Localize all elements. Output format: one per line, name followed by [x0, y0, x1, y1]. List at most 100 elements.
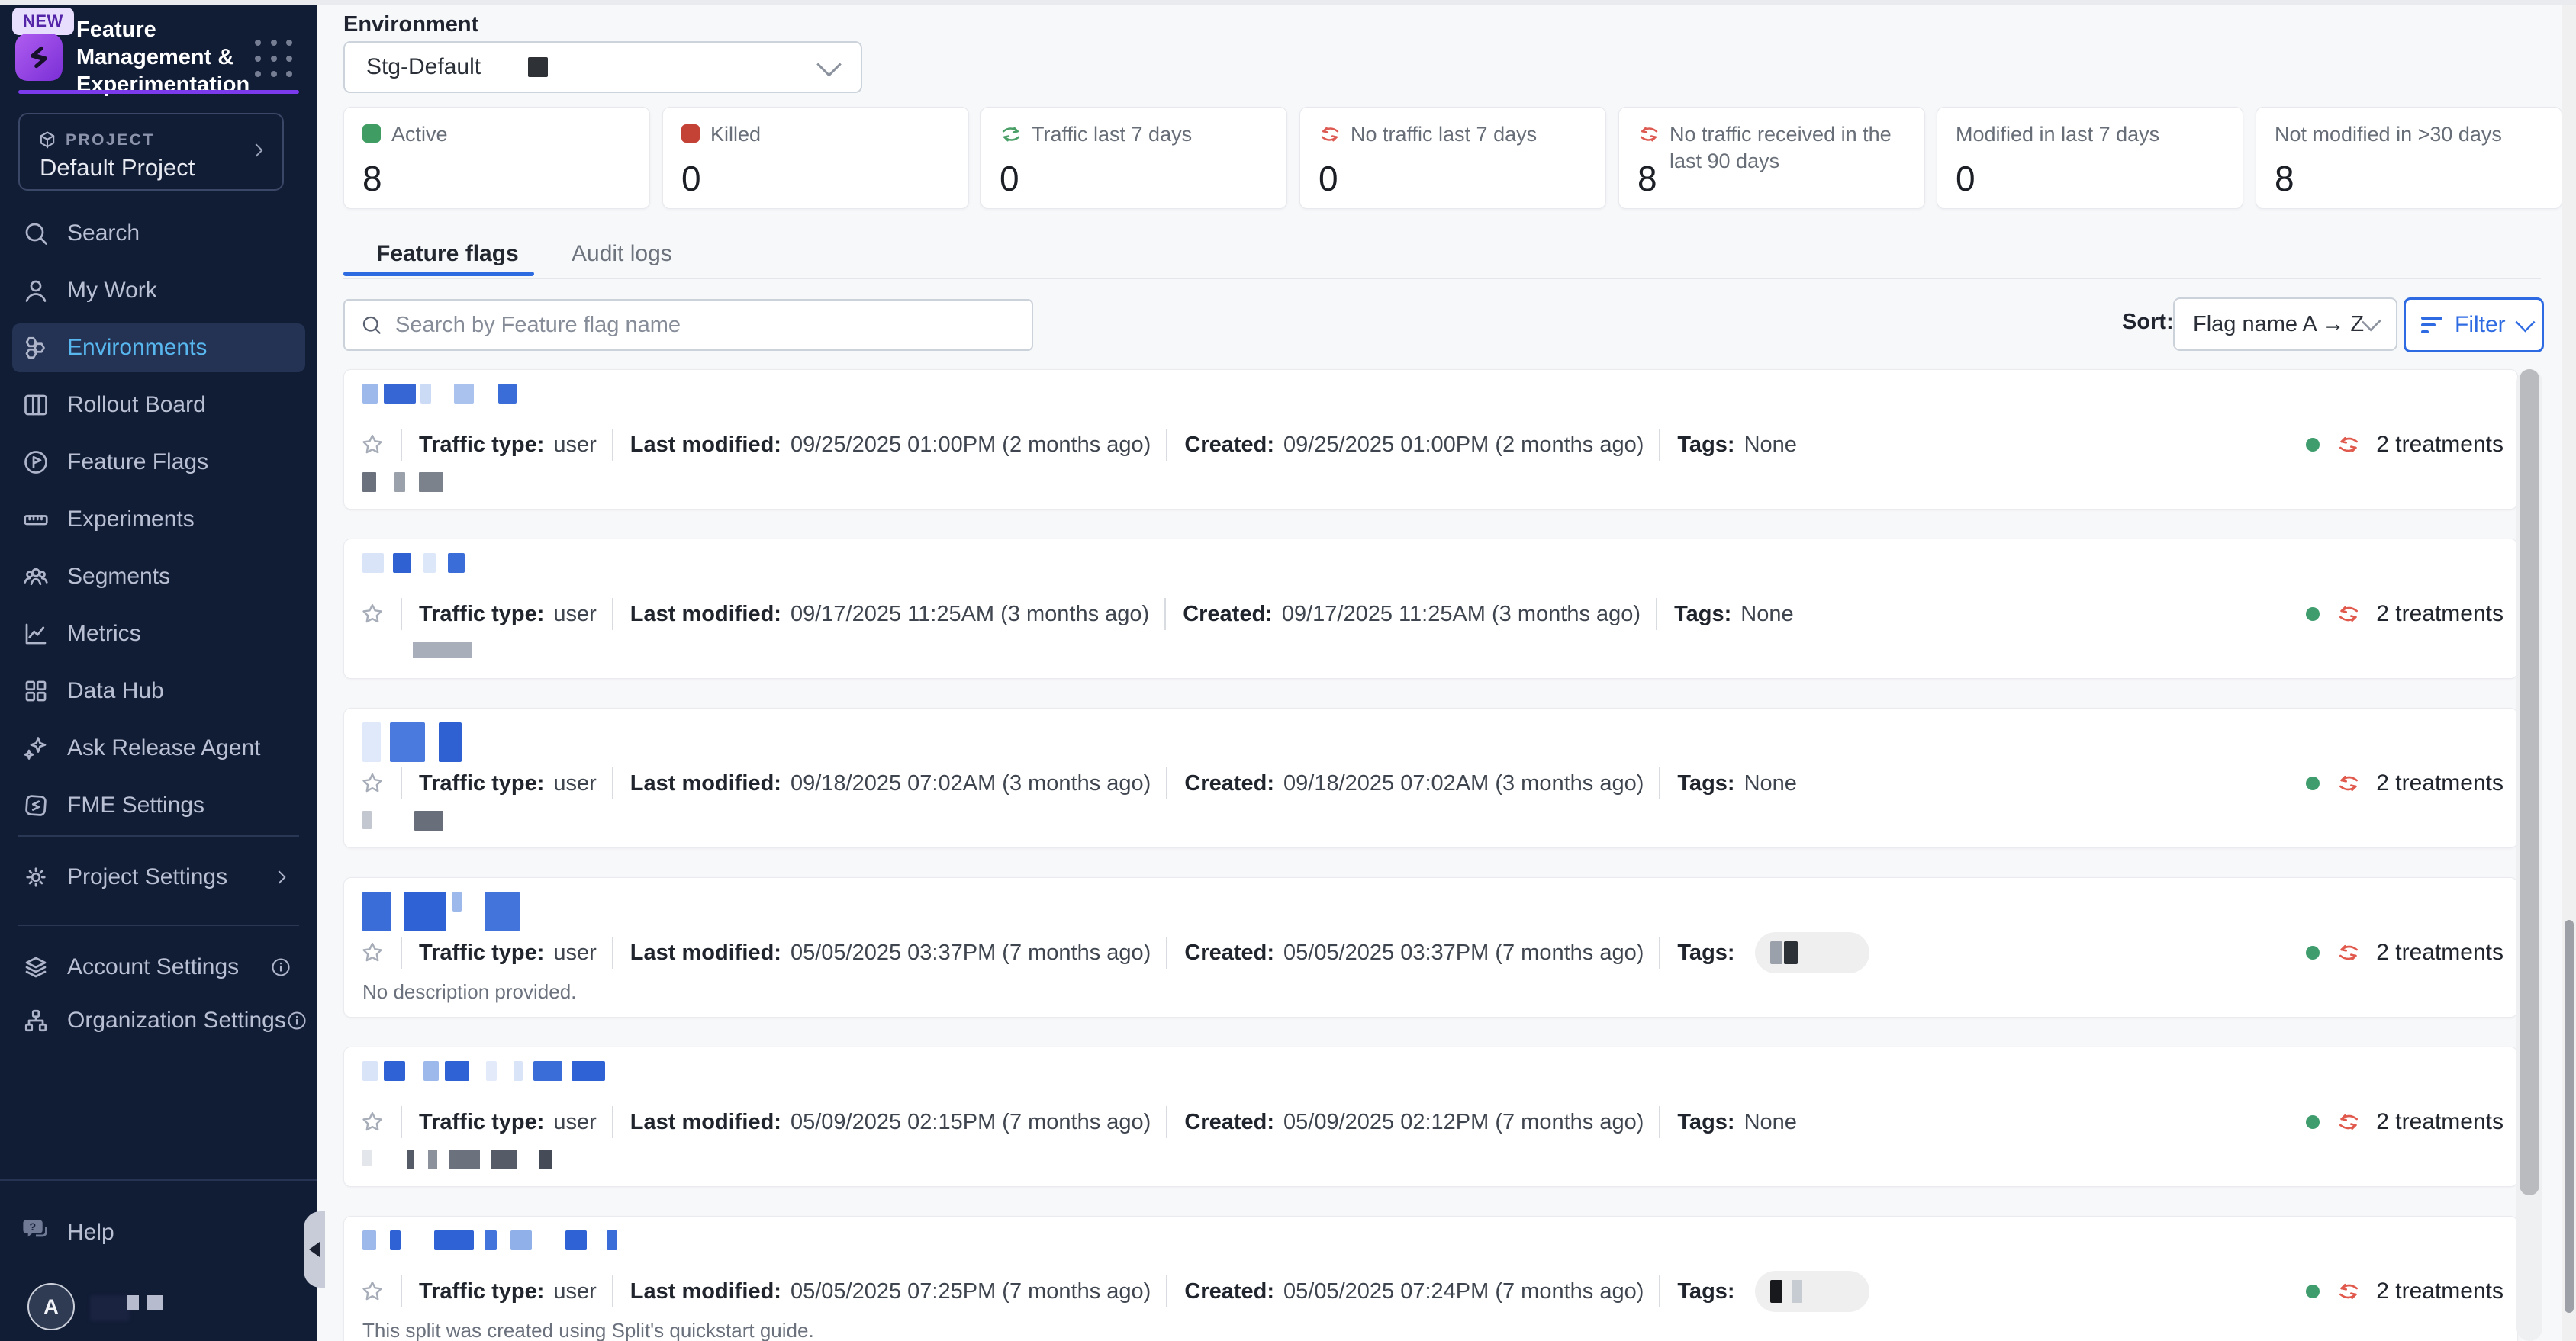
tab-feature-flags[interactable]: Feature flags: [376, 241, 519, 267]
sidebar-item-metrics[interactable]: Metrics: [12, 609, 305, 658]
star-favorite-icon[interactable]: [359, 1109, 385, 1135]
traffic-type-value: user: [553, 1279, 596, 1304]
sidebar-item-segments[interactable]: Segments: [12, 552, 305, 601]
ruler-icon: [21, 505, 50, 534]
last-modified-value: 05/09/2025 02:15PM (7 months ago): [791, 1110, 1151, 1135]
sidebar-item-account-settings[interactable]: Account Settings: [12, 943, 305, 992]
people-icon: [21, 562, 50, 591]
created-value: 05/09/2025 02:12PM (7 months ago): [1283, 1110, 1644, 1135]
sidebar-item-environments[interactable]: Environments: [12, 323, 305, 372]
treatment-arrows-icon: [2336, 941, 2361, 965]
redacted-flag-name[interactable]: [362, 553, 465, 594]
layers-icon: [21, 953, 50, 982]
star-favorite-icon[interactable]: [359, 770, 385, 796]
star-favorite-icon[interactable]: [359, 940, 385, 966]
flag-description: [362, 1150, 552, 1174]
star-favorite-icon[interactable]: [359, 432, 385, 458]
divider: [1166, 937, 1167, 969]
active-dot-icon: [2306, 1285, 2320, 1298]
treatment-arrows-icon: [2336, 1279, 2361, 1304]
star-favorite-icon[interactable]: [359, 601, 385, 627]
redacted-flag-name[interactable]: [362, 722, 462, 764]
board-columns-icon: [21, 391, 50, 420]
created-label: Created:: [1184, 433, 1274, 458]
created-label: Created:: [1183, 602, 1273, 627]
stat-card-active: Active 8: [343, 107, 650, 209]
traffic-type-label: Traffic type:: [419, 1110, 544, 1135]
feature-flag-row[interactable]: Traffic type: user Last modified: 05/05/…: [343, 877, 2518, 1018]
sidebar-item-fme-settings[interactable]: FME Settings: [12, 781, 305, 830]
flag-description: No description provided.: [362, 980, 576, 1005]
treatments-count: 2 treatments: [2376, 601, 2504, 627]
info-icon[interactable]: [286, 1010, 308, 1031]
created-value: 09/18/2025 07:02AM (3 months ago): [1283, 771, 1644, 796]
redacted-flag-name[interactable]: [362, 1230, 617, 1272]
sidebar-collapse-handle[interactable]: [304, 1211, 325, 1288]
traffic-type-label: Traffic type:: [419, 602, 544, 627]
traffic-type-label: Traffic type:: [419, 433, 544, 458]
feature-flag-row[interactable]: Traffic type: user Last modified: 09/18/…: [343, 708, 2518, 848]
active-dot-icon: [2306, 438, 2320, 452]
environment-select[interactable]: Stg-Default: [343, 41, 862, 93]
treatments-count: 2 treatments: [2376, 1109, 2504, 1135]
feature-flag-row[interactable]: Traffic type: user Last modified: 09/25/…: [343, 369, 2518, 510]
sidebar-item-help[interactable]: ? Help: [12, 1211, 305, 1254]
flag-description: [362, 472, 443, 497]
sidebar-item-feature-flags[interactable]: Feature Flags: [12, 438, 305, 487]
sidebar-item-data-hub[interactable]: Data Hub: [12, 667, 305, 716]
project-name: Default Project: [40, 154, 195, 182]
last-modified-value: 05/05/2025 07:25PM (7 months ago): [791, 1279, 1151, 1304]
redacted-flag-name[interactable]: [362, 1061, 605, 1102]
redacted-tag-pill[interactable]: [1755, 932, 1869, 973]
redacted-flag-name[interactable]: [362, 384, 517, 425]
traffic-type-value: user: [553, 771, 596, 796]
created-label: Created:: [1184, 1110, 1274, 1135]
last-modified-label: Last modified:: [630, 941, 781, 966]
divider: [401, 1275, 402, 1307]
filter-lines-icon: [2421, 315, 2444, 335]
sidebar-divider: [0, 1179, 317, 1181]
no-traffic-arrows-icon: [1319, 123, 1341, 146]
redacted-tag-pill[interactable]: [1755, 1271, 1869, 1312]
divider: [1166, 1106, 1167, 1138]
sidebar-item-organization-settings[interactable]: Organization Settings: [12, 996, 305, 1045]
sidebar-item-experiments[interactable]: Experiments: [12, 495, 305, 544]
sparkles-icon: [21, 734, 50, 763]
redacted-flag-name[interactable]: [362, 892, 520, 933]
feature-flag-row[interactable]: Traffic type: user Last modified: 05/09/…: [343, 1047, 2518, 1187]
star-favorite-icon[interactable]: [359, 1278, 385, 1304]
sort-select[interactable]: Flag name A → Z: [2173, 297, 2397, 351]
info-icon[interactable]: [270, 957, 291, 978]
sidebar-item-my-work[interactable]: My Work: [12, 266, 305, 315]
active-status-icon: [362, 124, 381, 143]
page-scrollbar-thumb[interactable]: [2565, 920, 2574, 1313]
list-scrollbar-thumb[interactable]: [2520, 369, 2539, 1195]
sidebar-item-project-settings[interactable]: Project Settings: [12, 853, 305, 902]
sidebar-item-ask-release-agent[interactable]: Ask Release Agent: [12, 724, 305, 773]
sidebar-divider: [18, 835, 299, 837]
sidebar-item-rollout-board[interactable]: Rollout Board: [12, 381, 305, 429]
tab-audit-logs[interactable]: Audit logs: [572, 241, 672, 267]
feature-flag-row[interactable]: Traffic type: user Last modified: 09/17/…: [343, 539, 2518, 679]
user-avatar[interactable]: A: [27, 1283, 75, 1330]
project-selector[interactable]: PROJECT Default Project: [18, 113, 284, 191]
divider: [612, 429, 613, 461]
help-chat-icon: ?: [21, 1215, 50, 1250]
stat-card-no-traffic-90d: No traffic received in the last 90 days …: [1618, 107, 1925, 209]
sidebar-item-search[interactable]: Search: [12, 209, 305, 258]
app-switcher-icon[interactable]: [255, 40, 298, 82]
divider: [1659, 1275, 1660, 1307]
split-logo: [15, 34, 63, 81]
search-input[interactable]: [394, 312, 992, 339]
sort-label: Sort:: [2122, 310, 2174, 335]
active-dot-icon: [2306, 946, 2320, 960]
killed-status-icon: [681, 124, 700, 143]
chevron-down-icon: [2515, 312, 2535, 332]
redacted-block: [147, 1295, 163, 1310]
gear-icon: [21, 863, 50, 892]
sidebar-divider: [18, 925, 299, 926]
environment-value: Stg-Default: [366, 54, 481, 80]
filter-button[interactable]: Filter: [2404, 297, 2544, 352]
stat-value: 8: [2275, 158, 2294, 199]
feature-flag-row[interactable]: Traffic type: user Last modified: 05/05/…: [343, 1216, 2518, 1341]
